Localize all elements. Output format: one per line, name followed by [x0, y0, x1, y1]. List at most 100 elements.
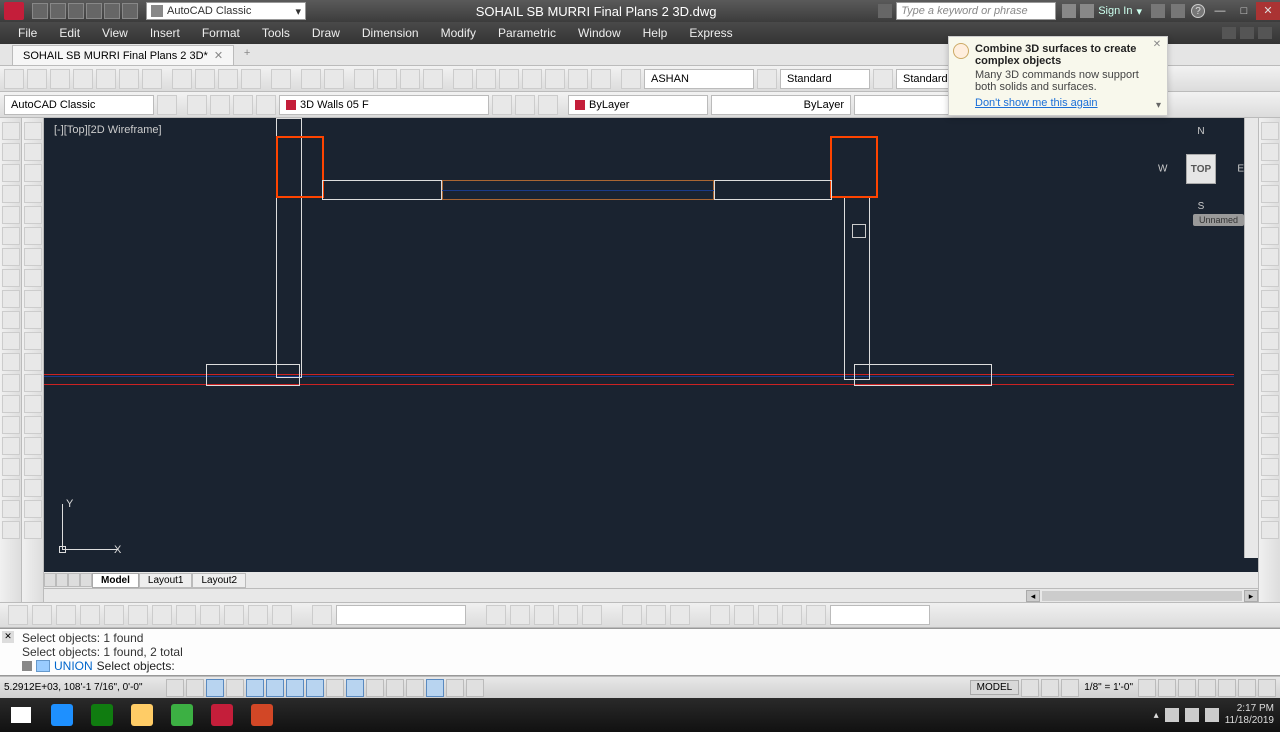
tool-icon[interactable] [24, 143, 42, 161]
viewcube-wcs[interactable]: Unnamed [1193, 214, 1244, 226]
osnap-icon[interactable] [266, 679, 284, 697]
chamfer-icon[interactable] [1261, 395, 1279, 413]
copy-icon[interactable] [195, 69, 215, 89]
help-icon[interactable]: ? [1191, 4, 1205, 18]
layerstates-icon[interactable] [210, 95, 230, 115]
qat-plot-icon[interactable] [86, 3, 102, 19]
toolpalettes-icon[interactable] [499, 69, 519, 89]
tab-last-icon[interactable] [80, 573, 92, 587]
camera-icon[interactable] [272, 605, 292, 625]
tab-next-icon[interactable] [68, 573, 80, 587]
blockeditor-icon[interactable] [271, 69, 291, 89]
block-icon[interactable] [2, 374, 20, 392]
annoauto-icon[interactable] [1158, 679, 1176, 697]
extend-icon[interactable] [1261, 332, 1279, 350]
preview-icon[interactable] [96, 69, 116, 89]
workspace-select[interactable]: AutoCAD Classic [4, 95, 154, 115]
tab-layout1[interactable]: Layout1 [139, 573, 193, 588]
ucs-icon-btn[interactable] [710, 605, 730, 625]
taskbar-store[interactable] [82, 700, 122, 730]
ortho-icon[interactable] [226, 679, 244, 697]
zoom-icon[interactable] [312, 605, 332, 625]
offset-icon[interactable] [1261, 185, 1279, 203]
menu-view[interactable]: View [92, 24, 138, 42]
quickview-drawings-icon[interactable] [1041, 679, 1059, 697]
model-indicator[interactable]: MODEL [970, 680, 1020, 695]
ws-switch-icon[interactable] [1178, 679, 1196, 697]
zoom-previous-icon[interactable] [423, 69, 443, 89]
tool-icon[interactable] [1261, 500, 1279, 518]
copy2-icon[interactable] [1261, 143, 1279, 161]
menu-edit[interactable]: Edit [49, 24, 90, 42]
array-icon[interactable] [1261, 206, 1279, 224]
lwt-icon[interactable] [366, 679, 384, 697]
fillet-icon[interactable] [1261, 416, 1279, 434]
tab-first-icon[interactable] [44, 573, 56, 587]
viewcube-w[interactable]: W [1158, 164, 1167, 175]
front-icon[interactable] [128, 605, 148, 625]
linetype-select[interactable]: ByLayer [711, 95, 851, 115]
visualstyle-select[interactable] [336, 605, 466, 625]
taskbar-clock[interactable]: 2:17 PM 11/18/2019 [1225, 703, 1274, 727]
ucs-select[interactable] [830, 605, 930, 625]
customize-status-icon[interactable] [1258, 679, 1276, 697]
tool-icon[interactable] [24, 353, 42, 371]
qat-open-icon[interactable] [50, 3, 66, 19]
viewcube-n[interactable]: N [1197, 126, 1204, 137]
sc-icon[interactable] [426, 679, 444, 697]
taskbar-autocad[interactable] [202, 700, 242, 730]
line-icon[interactable] [2, 122, 20, 140]
cleanscreen-icon[interactable] [1238, 679, 1256, 697]
insert-icon[interactable] [2, 353, 20, 371]
tool-icon[interactable] [1261, 479, 1279, 497]
tool-icon[interactable] [24, 248, 42, 266]
menu-help[interactable]: Help [633, 24, 678, 42]
menu-dimension[interactable]: Dimension [352, 24, 429, 42]
qat-save-icon[interactable] [68, 3, 84, 19]
3dosnap-icon[interactable] [286, 679, 304, 697]
ellipse-icon[interactable] [2, 311, 20, 329]
qat-undo-icon[interactable] [104, 3, 120, 19]
2dwire-icon[interactable] [486, 605, 506, 625]
menu-express[interactable]: Express [679, 24, 742, 42]
mirror-icon[interactable] [1261, 164, 1279, 182]
gradient-icon[interactable] [2, 437, 20, 455]
document-tab[interactable]: SOHAIL SB MURRI Final Plans 2 3D* ✕ [12, 45, 234, 65]
menu-modify[interactable]: Modify [431, 24, 486, 42]
ucs-world-icon[interactable] [734, 605, 754, 625]
exchange-icon[interactable] [1151, 4, 1165, 18]
sheetset-icon[interactable] [522, 69, 542, 89]
xline-icon[interactable] [2, 143, 20, 161]
help-search-input[interactable]: Type a keyword or phrase [896, 2, 1056, 20]
tool-icon[interactable] [24, 227, 42, 245]
se-iso-icon[interactable] [200, 605, 220, 625]
view-cube[interactable]: N S E W TOP Unnamed [1158, 126, 1244, 212]
tool-icon[interactable] [24, 416, 42, 434]
move-icon[interactable] [1261, 227, 1279, 245]
app-logo[interactable] [4, 2, 24, 20]
circle-icon[interactable] [2, 248, 20, 266]
tool-icon[interactable] [24, 374, 42, 392]
infer-icon[interactable] [166, 679, 184, 697]
layeriso-icon[interactable] [538, 95, 558, 115]
bottom-icon[interactable] [56, 605, 76, 625]
scale-icon[interactable] [1261, 269, 1279, 287]
viewport-label[interactable]: [-][Top][2D Wireframe] [54, 124, 162, 136]
quickview-layouts-icon[interactable] [1021, 679, 1039, 697]
menu-tools[interactable]: Tools [252, 24, 300, 42]
qat-new-icon[interactable] [32, 3, 48, 19]
region-icon[interactable] [2, 458, 20, 476]
start-button[interactable] [0, 700, 42, 730]
pan-icon[interactable] [354, 69, 374, 89]
menu-format[interactable]: Format [192, 24, 250, 42]
qat-redo-icon[interactable] [122, 3, 138, 19]
3dprint-icon[interactable] [142, 69, 162, 89]
taskbar-explorer[interactable] [122, 700, 162, 730]
tool-icon[interactable] [1261, 521, 1279, 539]
designcenter-icon[interactable] [476, 69, 496, 89]
layerlock-icon[interactable] [256, 95, 276, 115]
shaded-icon[interactable] [582, 605, 602, 625]
dimstyle-icon[interactable] [757, 69, 777, 89]
menu-draw[interactable]: Draw [302, 24, 350, 42]
nw-iso-icon[interactable] [248, 605, 268, 625]
